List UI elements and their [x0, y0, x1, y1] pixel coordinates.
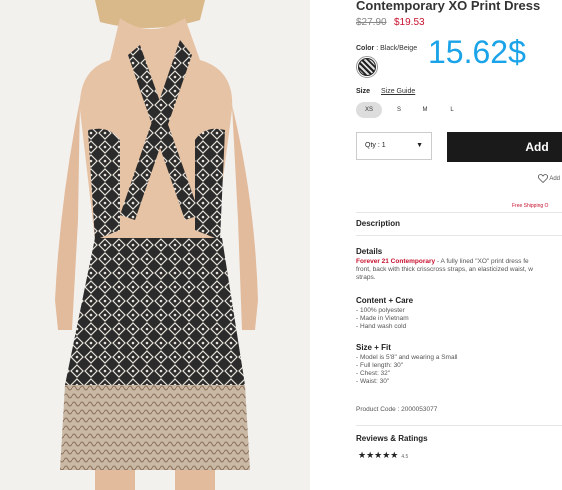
original-price: $27.90	[356, 17, 387, 28]
product-info-panel: Contemporary XO Print Dress $27.90 $19.5…	[356, 0, 562, 490]
details-heading: Details	[356, 247, 383, 256]
color-swatch-black-beige[interactable]	[358, 58, 376, 76]
content-care-item: - 100% polyester	[356, 307, 405, 314]
quantity-value: Qty : 1	[365, 142, 386, 149]
add-to-bag-button[interactable]: Add	[447, 132, 562, 162]
wishlist-label: Add	[549, 176, 561, 183]
divider	[356, 212, 562, 213]
wishlist-button[interactable]: Add	[537, 174, 561, 184]
product-title: Contemporary XO Print Dress	[356, 0, 541, 13]
size-label: Size	[356, 88, 370, 95]
size-fit-item: - Chest: 32"	[356, 370, 391, 377]
divider	[356, 235, 562, 236]
product-image[interactable]	[0, 0, 310, 490]
content-care-heading: Content + Care	[356, 296, 414, 305]
size-label-text: Size	[356, 88, 371, 95]
heart-icon	[537, 174, 549, 184]
details-text-1: - A fully lined "XO" print dress fe	[435, 258, 529, 265]
details-line-2: front, back with thick crisscross straps…	[356, 266, 534, 273]
star-icons: ★★★★★	[358, 450, 399, 460]
sale-price: $19.53	[394, 17, 425, 28]
size-guide-link[interactable]: Size Guide	[381, 88, 415, 95]
brand-name: Forever 21 Contemporary	[356, 258, 436, 265]
size-option-xs[interactable]: XS	[356, 102, 382, 118]
size-option-m[interactable]: M	[420, 102, 430, 118]
details-line-3: straps.	[356, 274, 376, 281]
product-code: Product Code : 2000053077	[356, 406, 438, 413]
size-option-s[interactable]: S	[394, 102, 404, 118]
size-option-l[interactable]: L	[447, 102, 457, 118]
size-fit-item: - Model is 5'8" and wearing a Small	[356, 354, 458, 361]
divider	[356, 425, 562, 426]
content-care-item: - Hand wash cold	[356, 323, 407, 330]
dress-photo	[0, 0, 310, 490]
color-label-text: Color	[356, 45, 375, 52]
size-fit-item: - Waist: 30"	[356, 378, 390, 385]
color-value: : Black/Beige	[374, 45, 418, 52]
size-fit-heading: Size + Fit	[356, 343, 391, 352]
star-rating: ★★★★★ 4.5	[358, 450, 408, 461]
size-fit-item: - Full length: 30"	[356, 362, 404, 369]
free-shipping-note[interactable]: Free Shipping O	[512, 203, 548, 209]
content-care-item: - Made in Vietnam	[356, 315, 409, 322]
details-line-1: Forever 21 Contemporary - A fully lined …	[356, 258, 529, 266]
chevron-down-icon: ▼	[416, 142, 423, 149]
color-label: Color : Black/Beige	[356, 45, 417, 52]
rating-value: 4.5	[401, 454, 409, 460]
description-heading[interactable]: Description	[356, 219, 400, 228]
quantity-select[interactable]: Qty : 1 ▼	[356, 132, 432, 160]
reviews-heading[interactable]: Reviews & Ratings	[356, 434, 428, 443]
